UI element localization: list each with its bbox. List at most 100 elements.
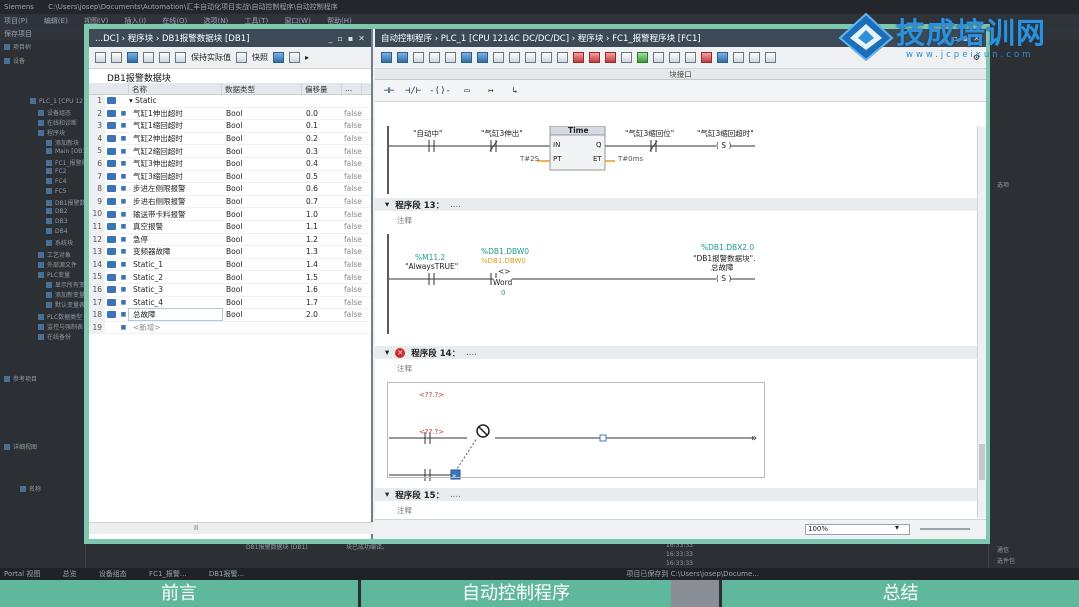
db-table-row[interactable]: 14 ■ Static_1 Bool 1.4 false (89, 258, 371, 272)
chevron-down-icon[interactable]: ▾ (385, 348, 389, 358)
n12-contact1[interactable]: "自动中" (413, 128, 442, 139)
row-number[interactable]: 11 (89, 220, 105, 233)
row-number[interactable]: 15 (89, 271, 105, 283)
cell-startvalue[interactable]: false (342, 285, 362, 294)
cell-datatype[interactable]: Bool (222, 235, 302, 244)
properties-icon[interactable] (765, 52, 776, 63)
row-number[interactable]: 13 (89, 246, 105, 258)
n13-coil-mark[interactable]: ( S ) (716, 274, 732, 283)
col-offset[interactable]: 偏移量 (302, 83, 342, 94)
cell-datatype[interactable]: Bool (222, 159, 302, 168)
prev-error-icon[interactable] (589, 52, 600, 63)
options-card[interactable]: 选项 (997, 180, 1009, 189)
db-table-row[interactable]: 19 ■ <新增> (89, 321, 371, 335)
row-number[interactable]: 9 (89, 195, 105, 208)
no-contact-icon[interactable]: ⊣⊢ (381, 86, 397, 96)
empty-box-icon[interactable]: ▭ (459, 86, 475, 96)
db-table-row[interactable]: 18 ■ 总故障 Bool 2.0 false (89, 308, 371, 322)
cell-startvalue[interactable]: false (342, 210, 362, 219)
cell-name[interactable]: 总故障 (128, 308, 223, 322)
tree-item[interactable]: 外部源文件 (38, 260, 77, 269)
cell-name[interactable]: 输送带卡料报警 (129, 209, 222, 220)
menu-project[interactable]: 项目(P) (4, 17, 28, 25)
cell-startvalue[interactable]: false (342, 121, 362, 130)
restore-icon[interactable]: ▫ (337, 34, 342, 43)
row-number[interactable]: 12 (89, 233, 105, 246)
network-15-title-field[interactable]: .... (450, 490, 461, 500)
cell-datatype[interactable]: Bool (222, 247, 302, 256)
monitor-icon[interactable] (621, 52, 632, 63)
expand-icon[interactable] (127, 52, 138, 63)
cell-datatype[interactable]: Bool (222, 310, 302, 319)
row-number[interactable]: 14 (89, 258, 105, 271)
cell-name[interactable]: Static_1 (129, 260, 222, 269)
n14-operand-1[interactable]: <??.?> (419, 391, 444, 399)
optional-packages-card[interactable]: 选件包 (997, 556, 1015, 565)
row-number[interactable]: 1 (89, 95, 105, 107)
cell-startvalue[interactable]: false (342, 197, 362, 206)
fc1-tab[interactable]: FC1_报警... (149, 569, 187, 579)
cell-startvalue[interactable]: false (342, 109, 362, 118)
col-name[interactable]: 名称 (129, 83, 222, 94)
find-icon[interactable] (733, 52, 744, 63)
tree-item[interactable]: DB2 (46, 208, 68, 217)
network-14-comment[interactable]: 注释 (397, 363, 412, 374)
db-horizontal-scrollbar[interactable]: II (89, 522, 373, 534)
row-number[interactable]: 19 (89, 321, 105, 334)
db-table-row[interactable]: 3 ■ 气缸1缩回超时 Bool 0.1 false (89, 120, 371, 133)
db-table-row[interactable]: 11 ■ 真空报警 Bool 1.1 false (89, 220, 371, 234)
network-13-comment[interactable]: 注释 (397, 215, 412, 226)
chapter-auto-control[interactable]: 自动控制程序 (361, 580, 671, 607)
n13-compare-type[interactable]: Word (493, 278, 513, 287)
row-number[interactable]: 17 (89, 296, 105, 309)
cell-startvalue[interactable]: false (342, 159, 362, 168)
row-number[interactable]: 16 (89, 283, 105, 296)
col-more[interactable]: ... (342, 83, 362, 94)
cell-startvalue[interactable]: false (342, 222, 362, 231)
cell-offset[interactable]: 0.1 (302, 121, 342, 130)
cell-startvalue[interactable]: false (342, 310, 362, 319)
col-datatype[interactable]: 数据类型 (222, 83, 302, 94)
download-icon[interactable] (381, 52, 392, 63)
db-table-row[interactable]: 1 ▾ Static (89, 95, 371, 108)
minimize-icon[interactable]: _ (328, 34, 332, 43)
list-icon[interactable] (159, 52, 170, 63)
stop-icon[interactable] (701, 52, 712, 63)
cell-startvalue[interactable]: false (342, 147, 362, 156)
cell-offset[interactable]: 0.3 (302, 147, 342, 156)
goto-error-icon[interactable] (573, 52, 584, 63)
devices-tab[interactable]: 设备 (4, 56, 25, 65)
network-13-header[interactable]: ▾ 程序段 13： .... (375, 198, 977, 211)
db1-tab[interactable]: DB1报警... (209, 569, 244, 579)
cell-offset[interactable]: 1.7 (302, 298, 342, 307)
communication-card[interactable]: 通信 (997, 545, 1009, 554)
cell-offset[interactable]: 0.5 (302, 172, 342, 181)
block-interface-bar[interactable]: 块接口 (375, 69, 986, 80)
compile-icon[interactable] (557, 52, 568, 63)
db-table-row[interactable]: 5 ■ 气缸2缩回超时 Bool 0.3 false (89, 145, 371, 158)
tree-item[interactable]: 默认变量表 (46, 300, 85, 309)
device-config-tab[interactable]: 设备组态 (99, 569, 127, 579)
open-branch-icon[interactable]: ↦ (483, 86, 499, 96)
row-number[interactable]: 10 (89, 208, 105, 220)
cell-name[interactable]: 步进右侧限报警 (129, 196, 222, 207)
db-table-row[interactable]: 7 ■ 气缸3缩回超时 Bool 0.5 false (89, 170, 371, 184)
cell-datatype[interactable]: Bool (222, 121, 302, 130)
close-icon[interactable]: ✕ (358, 34, 365, 43)
scroll-thumb-grip[interactable]: II (194, 524, 198, 532)
db-table-row[interactable]: 4 ■ 气缸2伸出超时 Bool 0.2 false (89, 132, 371, 146)
cell-name[interactable]: Static_4 (129, 298, 222, 307)
db-table-row[interactable]: 12 ■ 急停 Bool 1.2 false (89, 233, 371, 247)
tree-item[interactable]: 程序块 (38, 128, 65, 137)
n12-coil[interactable]: "气缸3缩回超时" (697, 128, 754, 139)
menu-edit[interactable]: 编辑(E) (44, 17, 68, 25)
cell-offset[interactable]: 1.4 (302, 260, 342, 269)
n12-contact3[interactable]: "气缸3缩回位" (625, 128, 674, 139)
row-number[interactable]: 5 (89, 145, 105, 157)
network-15-header[interactable]: ▾ 程序段 15： .... (375, 488, 977, 501)
n13-compare-value[interactable]: 0 (501, 289, 505, 297)
cell-offset[interactable]: 1.0 (302, 210, 342, 219)
cell-startvalue[interactable]: false (342, 184, 362, 193)
n13-contact-address[interactable]: %M11.2 (415, 253, 445, 262)
cell-datatype[interactable]: Bool (222, 147, 302, 156)
